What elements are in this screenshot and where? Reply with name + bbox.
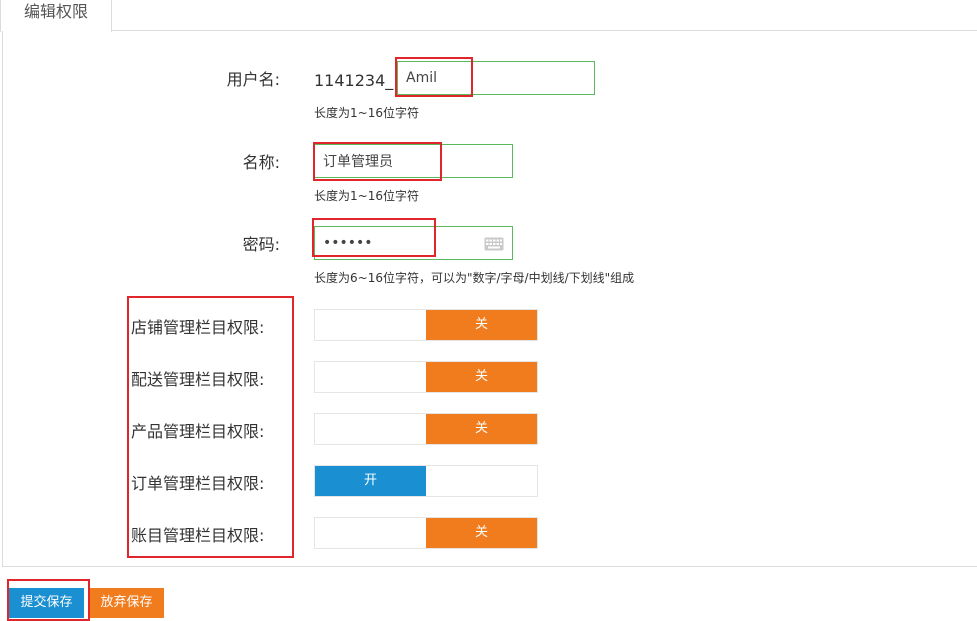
permission-toggle-order[interactable]: 开 bbox=[314, 465, 538, 497]
toggle-state-off: 关 bbox=[426, 362, 537, 392]
name-label: 名称: bbox=[242, 153, 280, 172]
permission-label-delivery: 配送管理栏目权限: bbox=[131, 370, 265, 389]
permission-label-product: 产品管理栏目权限: bbox=[131, 422, 265, 441]
username-hint: 长度为1~16位字符 bbox=[314, 106, 419, 120]
permission-toggle-delivery[interactable]: 关 bbox=[314, 361, 538, 393]
toggle-state-off: 关 bbox=[426, 518, 537, 548]
name-input[interactable] bbox=[314, 144, 513, 178]
toggle-state-on: 开 bbox=[315, 466, 426, 496]
keyboard-icon[interactable] bbox=[484, 237, 504, 251]
discard-save-button[interactable]: 放弃保存 bbox=[89, 588, 164, 618]
tab-bar: 编辑权限 bbox=[0, 0, 977, 32]
username-input[interactable] bbox=[397, 61, 595, 95]
permission-toggle-store[interactable]: 关 bbox=[314, 309, 538, 341]
submit-save-button[interactable]: 提交保存 bbox=[9, 588, 84, 618]
permission-toggle-product[interactable]: 关 bbox=[314, 413, 538, 445]
toggle-state-off: 关 bbox=[426, 310, 537, 340]
permission-toggle-accounts[interactable]: 关 bbox=[314, 517, 538, 549]
username-label: 用户名: bbox=[226, 70, 280, 89]
password-hint: 长度为6~16位字符，可以为"数字/字母/中划线/下划线"组成 bbox=[314, 271, 635, 285]
username-prefix: 1141234_ bbox=[314, 71, 394, 90]
toggle-state-off: 关 bbox=[426, 414, 537, 444]
permission-label-store: 店铺管理栏目权限: bbox=[131, 318, 265, 337]
permission-label-order: 订单管理栏目权限: bbox=[131, 474, 265, 493]
tab-edit-permissions[interactable]: 编辑权限 bbox=[0, 0, 112, 32]
name-hint: 长度为1~16位字符 bbox=[314, 189, 419, 203]
password-label: 密码: bbox=[242, 235, 280, 254]
permission-label-accounts: 账目管理栏目权限: bbox=[131, 526, 265, 545]
